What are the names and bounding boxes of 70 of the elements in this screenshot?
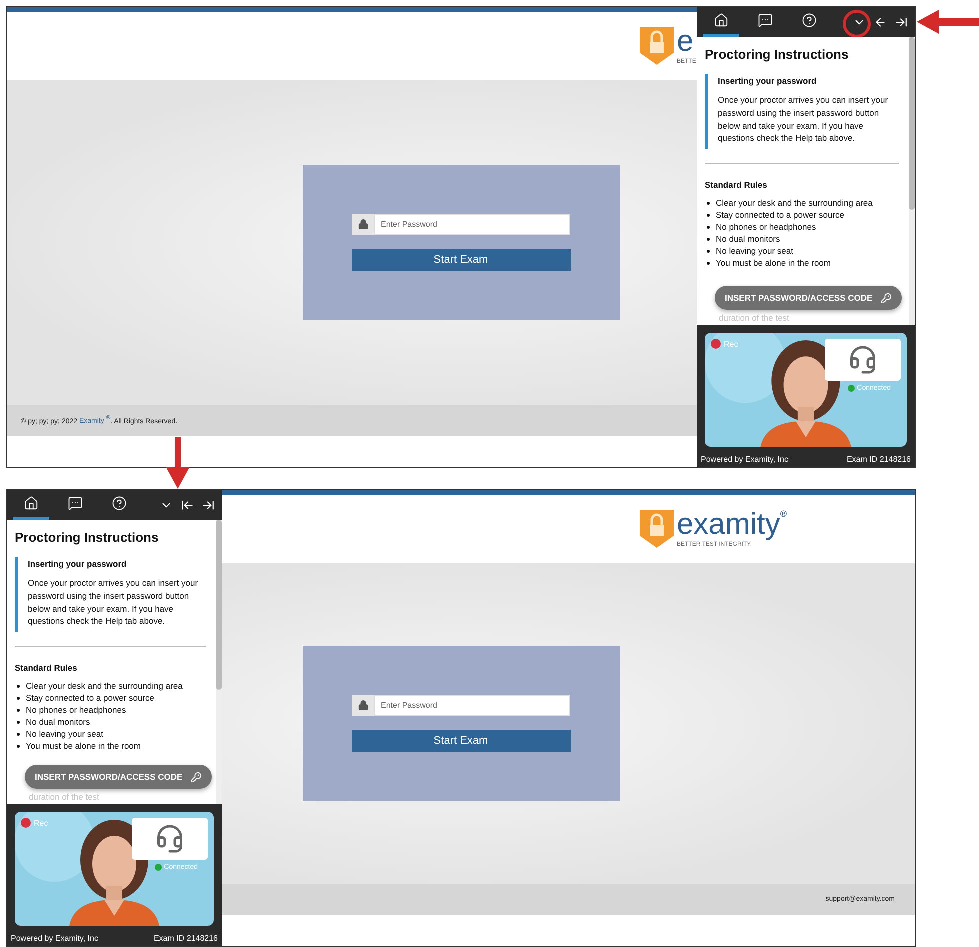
bullet-icon <box>17 720 20 724</box>
bullet-icon <box>17 696 20 700</box>
callout-heading: Inserting your password <box>28 559 128 569</box>
rule-text: Clear your desk and the surrounding area <box>716 198 873 208</box>
powered-by-text: Powered by Examity, Inc <box>11 934 98 942</box>
bullet-icon <box>707 262 710 264</box>
faded-text: duration of the test <box>29 792 100 804</box>
insert-password-button[interactable]: INSERT PASSWORD/ACCESS CODE <box>715 286 902 310</box>
callout-heading: Inserting your password <box>718 76 818 86</box>
start-exam-button[interactable]: Start Exam <box>352 730 570 752</box>
panel-title: Proctoring Instructions <box>705 47 850 62</box>
rule-text: Clear your desk and the surrounding area <box>26 681 183 691</box>
rec-label: Rec <box>724 340 738 348</box>
arrow-left-icon <box>874 16 887 28</box>
powered-by-text: Powered by Examity, Inc <box>701 454 788 464</box>
help-icon <box>112 496 126 511</box>
rule-text: No dual monitors <box>26 717 90 727</box>
bullet-icon <box>707 202 710 204</box>
dock-left-icon <box>181 498 194 512</box>
headset-icon <box>155 824 185 854</box>
bullet-icon <box>707 214 710 216</box>
rules-heading: Standard Rules <box>15 663 78 673</box>
bullet-icon <box>17 732 20 736</box>
lock-icon <box>358 700 368 711</box>
rule-text: No leaving your seat <box>716 246 794 256</box>
faded-text: duration of the test <box>719 313 790 325</box>
insert-password-button[interactable]: INSERT PASSWORD/ACCESS CODE <box>25 765 212 789</box>
chat-icon <box>758 13 772 28</box>
rule-text: You must be alone in the room <box>26 741 141 751</box>
dock-right-icon <box>895 16 908 28</box>
lock-icon <box>358 219 368 230</box>
bullet-icon <box>707 226 710 228</box>
callout-text: Once your proctor arrives you can insert your password using the insert password button below and take your exam. If you have questions check the Help tab above. <box>28 577 200 628</box>
scrollbar[interactable] <box>909 37 915 325</box>
dock-right-icon <box>202 498 215 512</box>
password-field[interactable]: Enter Password <box>374 214 570 235</box>
rule-text: Stay connected to a power source <box>26 693 155 703</box>
rule-text: No phones or headphones <box>716 222 816 232</box>
shield-lock-icon <box>640 510 674 548</box>
exam-id: Exam ID 2148216 <box>846 454 911 464</box>
rule-text: No phones or headphones <box>26 705 126 715</box>
rules-heading: Standard Rules <box>705 180 768 190</box>
bullet-icon <box>17 708 20 712</box>
rule-text: No leaving your seat <box>26 729 104 739</box>
scrollbar[interactable] <box>216 520 222 804</box>
chat-icon <box>68 496 82 511</box>
logo-wordmark: examity® <box>677 510 787 540</box>
callout-text: Once your proctor arrives you can insert your password using the insert password button below and take your exam. If you have questions check the Help tab above. <box>718 94 890 145</box>
bullet-icon <box>707 238 710 240</box>
password-field[interactable]: Enter Password <box>374 695 570 716</box>
annotation-arrow <box>917 10 979 34</box>
bullet-icon <box>17 744 20 748</box>
rule-text: You must be alone in the room <box>716 258 831 268</box>
annotation-arrow <box>166 437 190 489</box>
rule-text: No dual monitors <box>716 234 780 244</box>
exam-id: Exam ID 2148216 <box>154 934 218 942</box>
home-icon <box>24 496 38 511</box>
headset-icon <box>848 345 878 375</box>
bullet-icon <box>17 684 20 688</box>
key-icon <box>190 772 202 782</box>
key-icon <box>880 292 892 304</box>
panel-title: Proctoring Instructions <box>15 530 160 545</box>
logo-wordmark: e <box>677 27 695 57</box>
home-icon <box>714 13 728 28</box>
rule-text: Stay connected to a power source <box>716 210 845 220</box>
bullet-icon <box>707 250 710 252</box>
start-exam-button[interactable]: Start Exam <box>352 249 570 271</box>
shield-lock-icon <box>640 27 674 65</box>
help-icon <box>802 13 816 28</box>
rec-label: Rec <box>34 818 48 828</box>
